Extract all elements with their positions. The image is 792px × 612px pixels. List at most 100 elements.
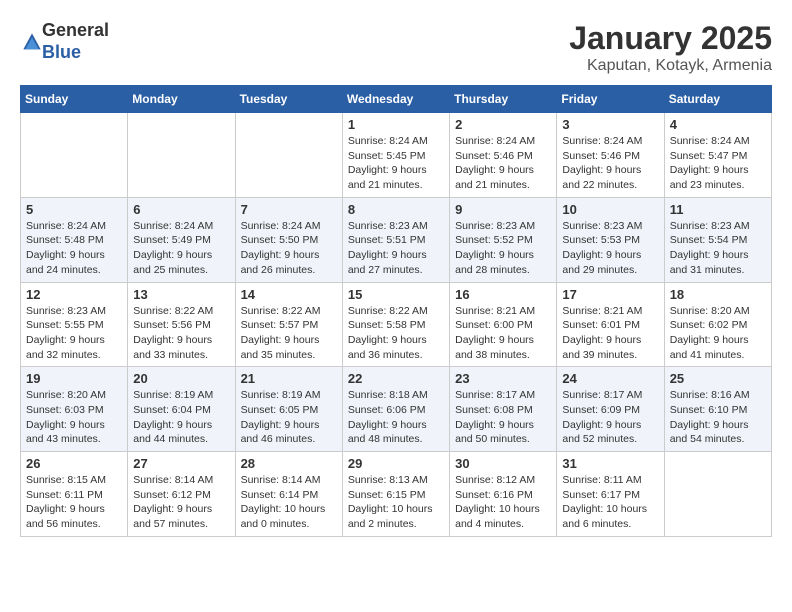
logo-blue-text: Blue [42, 42, 109, 64]
day-of-week-header: Thursday [450, 86, 557, 113]
calendar-cell: 18Sunrise: 8:20 AM Sunset: 6:02 PM Dayli… [664, 282, 771, 367]
day-info: Sunrise: 8:23 AM Sunset: 5:52 PM Dayligh… [455, 219, 551, 278]
day-number: 27 [133, 456, 229, 471]
logo-general-text: General [42, 20, 109, 42]
day-of-week-header: Saturday [664, 86, 771, 113]
calendar-cell: 30Sunrise: 8:12 AM Sunset: 6:16 PM Dayli… [450, 452, 557, 537]
day-number: 29 [348, 456, 444, 471]
day-info: Sunrise: 8:22 AM Sunset: 5:58 PM Dayligh… [348, 304, 444, 363]
day-info: Sunrise: 8:24 AM Sunset: 5:48 PM Dayligh… [26, 219, 122, 278]
calendar-cell: 21 Sunrise: 8:19 AM Sunset: 6:05 PM Dayli… [235, 367, 342, 452]
day-number: 11 [670, 202, 766, 217]
day-number: 20 [133, 371, 229, 386]
day-info: Sunrise: 8:24 AM Sunset: 5:46 PM Dayligh… [562, 134, 658, 193]
day-number: 15 [348, 287, 444, 302]
calendar-cell: 16 Sunrise: 8:21 AM Sunset: 6:00 PM Dayli… [450, 282, 557, 367]
logo: General Blue [20, 20, 109, 63]
day-number: 1 [348, 117, 444, 132]
calendar-cell: 15 Sunrise: 8:22 AM Sunset: 5:58 PM Dayli… [342, 282, 449, 367]
day-info: Sunrise: 8:23 AM Sunset: 5:54 PM Dayligh… [670, 219, 766, 278]
day-info: Sunrise: 8:11 AM Sunset: 6:17 PM Dayligh… [562, 473, 658, 532]
calendar-cell: 5 Sunrise: 8:24 AM Sunset: 5:48 PM Daylig… [21, 197, 128, 282]
day-info: Sunrise: 8:22 AM Sunset: 5:57 PM Dayligh… [241, 304, 337, 363]
calendar-cell: 8 Sunrise: 8:23 AM Sunset: 5:51 PM Daylig… [342, 197, 449, 282]
title-block: January 2025 Kaputan, Kotayk, Armenia [569, 20, 772, 75]
calendar-cell: 7Sunrise: 8:24 AM Sunset: 5:50 PM Daylig… [235, 197, 342, 282]
day-number: 2 [455, 117, 551, 132]
calendar-table: SundayMondayTuesdayWednesdayThursdayFrid… [20, 85, 772, 537]
day-number: 9 [455, 202, 551, 217]
day-info: Sunrise: 8:14 AM Sunset: 6:14 PM Dayligh… [241, 473, 337, 532]
day-info: Sunrise: 8:20 AM Sunset: 6:02 PM Dayligh… [670, 304, 766, 363]
day-info: Sunrise: 8:20 AM Sunset: 6:03 PM Dayligh… [26, 388, 122, 447]
calendar-cell: 12 Sunrise: 8:23 AM Sunset: 5:55 PM Dayli… [21, 282, 128, 367]
calendar-cell: 26 Sunrise: 8:15 AM Sunset: 6:11 PM Dayli… [21, 452, 128, 537]
day-info: Sunrise: 8:24 AM Sunset: 5:50 PM Dayligh… [241, 219, 337, 278]
day-info: Sunrise: 8:24 AM Sunset: 5:46 PM Dayligh… [455, 134, 551, 193]
calendar-cell: 23 Sunrise: 8:17 AM Sunset: 6:08 PM Dayli… [450, 367, 557, 452]
day-info: Sunrise: 8:22 AM Sunset: 5:56 PM Dayligh… [133, 304, 229, 363]
day-info: Sunrise: 8:17 AM Sunset: 6:09 PM Dayligh… [562, 388, 658, 447]
calendar-cell: 4 Sunrise: 8:24 AM Sunset: 5:47 PM Daylig… [664, 113, 771, 198]
calendar-title: January 2025 [569, 20, 772, 57]
calendar-cell: 3 Sunrise: 8:24 AM Sunset: 5:46 PM Daylig… [557, 113, 664, 198]
calendar-cell: 22 Sunrise: 8:18 AM Sunset: 6:06 PM Dayli… [342, 367, 449, 452]
calendar-cell: 9 Sunrise: 8:23 AM Sunset: 5:52 PM Daylig… [450, 197, 557, 282]
calendar-cell [664, 452, 771, 537]
day-info: Sunrise: 8:19 AM Sunset: 6:04 PM Dayligh… [133, 388, 229, 447]
day-number: 25 [670, 371, 766, 386]
calendar-cell: 10 Sunrise: 8:23 AM Sunset: 5:53 PM Dayli… [557, 197, 664, 282]
day-number: 5 [26, 202, 122, 217]
logo-icon [22, 32, 42, 52]
day-number: 19 [26, 371, 122, 386]
day-number: 28 [241, 456, 337, 471]
day-number: 31 [562, 456, 658, 471]
day-info: Sunrise: 8:24 AM Sunset: 5:47 PM Dayligh… [670, 134, 766, 193]
day-number: 3 [562, 117, 658, 132]
day-info: Sunrise: 8:12 AM Sunset: 6:16 PM Dayligh… [455, 473, 551, 532]
day-number: 8 [348, 202, 444, 217]
day-of-week-header: Friday [557, 86, 664, 113]
day-info: Sunrise: 8:13 AM Sunset: 6:15 PM Dayligh… [348, 473, 444, 532]
day-info: Sunrise: 8:23 AM Sunset: 5:53 PM Dayligh… [562, 219, 658, 278]
day-info: Sunrise: 8:21 AM Sunset: 6:00 PM Dayligh… [455, 304, 551, 363]
day-number: 16 [455, 287, 551, 302]
day-number: 6 [133, 202, 229, 217]
calendar-cell: 19 Sunrise: 8:20 AM Sunset: 6:03 PM Dayli… [21, 367, 128, 452]
calendar-cell [21, 113, 128, 198]
day-number: 4 [670, 117, 766, 132]
calendar-cell: 6 Sunrise: 8:24 AM Sunset: 5:49 PM Daylig… [128, 197, 235, 282]
day-info: Sunrise: 8:23 AM Sunset: 5:51 PM Dayligh… [348, 219, 444, 278]
calendar-cell: 2 Sunrise: 8:24 AM Sunset: 5:46 PM Daylig… [450, 113, 557, 198]
calendar-cell: 24 Sunrise: 8:17 AM Sunset: 6:09 PM Dayli… [557, 367, 664, 452]
day-info: Sunrise: 8:23 AM Sunset: 5:55 PM Dayligh… [26, 304, 122, 363]
calendar-cell: 11 Sunrise: 8:23 AM Sunset: 5:54 PM Dayli… [664, 197, 771, 282]
day-number: 26 [26, 456, 122, 471]
day-number: 17 [562, 287, 658, 302]
day-info: Sunrise: 8:19 AM Sunset: 6:05 PM Dayligh… [241, 388, 337, 447]
day-number: 12 [26, 287, 122, 302]
day-info: Sunrise: 8:24 AM Sunset: 5:49 PM Dayligh… [133, 219, 229, 278]
calendar-cell: 1 Sunrise: 8:24 AM Sunset: 5:45 PM Daylig… [342, 113, 449, 198]
day-of-week-header: Wednesday [342, 86, 449, 113]
calendar-week-row: 5 Sunrise: 8:24 AM Sunset: 5:48 PM Daylig… [21, 197, 772, 282]
day-of-week-header: Monday [128, 86, 235, 113]
day-info: Sunrise: 8:17 AM Sunset: 6:08 PM Dayligh… [455, 388, 551, 447]
day-number: 22 [348, 371, 444, 386]
day-info: Sunrise: 8:18 AM Sunset: 6:06 PM Dayligh… [348, 388, 444, 447]
calendar-cell: 27 Sunrise: 8:14 AM Sunset: 6:12 PM Dayli… [128, 452, 235, 537]
calendar-week-row: 12 Sunrise: 8:23 AM Sunset: 5:55 PM Dayli… [21, 282, 772, 367]
day-number: 24 [562, 371, 658, 386]
day-info: Sunrise: 8:15 AM Sunset: 6:11 PM Dayligh… [26, 473, 122, 532]
calendar-cell [235, 113, 342, 198]
day-info: Sunrise: 8:21 AM Sunset: 6:01 PM Dayligh… [562, 304, 658, 363]
day-number: 21 [241, 371, 337, 386]
day-info: Sunrise: 8:14 AM Sunset: 6:12 PM Dayligh… [133, 473, 229, 532]
day-info: Sunrise: 8:24 AM Sunset: 5:45 PM Dayligh… [348, 134, 444, 193]
day-of-week-header: Tuesday [235, 86, 342, 113]
calendar-cell: 13Sunrise: 8:22 AM Sunset: 5:56 PM Dayli… [128, 282, 235, 367]
day-of-week-header: Sunday [21, 86, 128, 113]
day-number: 10 [562, 202, 658, 217]
day-number: 23 [455, 371, 551, 386]
page-header: General Blue January 2025 Kaputan, Kotay… [20, 20, 772, 75]
